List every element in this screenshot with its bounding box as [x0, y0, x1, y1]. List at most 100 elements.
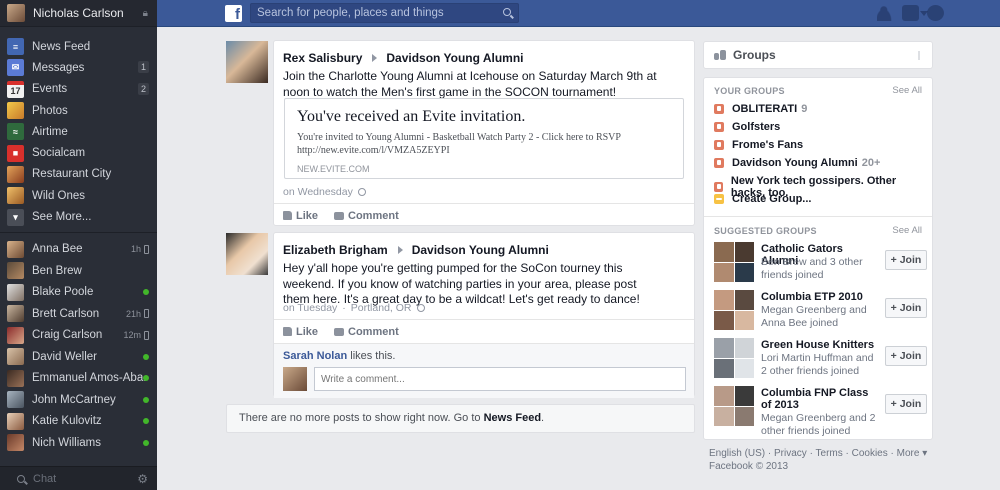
news-feed-link[interactable]: News Feed: [484, 412, 541, 424]
last-active-time: 1h: [130, 244, 141, 255]
avatar: [7, 262, 24, 280]
search-button[interactable]: [500, 5, 516, 21]
footer-links[interactable]: English (US) · Privacy · Terms · Cookies…: [709, 447, 933, 460]
search-input[interactable]: [251, 4, 496, 22]
status-indicator: 21h: [126, 309, 149, 319]
post-author-link[interactable]: Elizabeth Brigham: [283, 243, 388, 257]
sidebar-item-label: Airtime: [32, 125, 68, 138]
see-all-your-groups-link[interactable]: See All: [892, 85, 922, 96]
search-box: [250, 3, 519, 23]
comment-label: Comment: [348, 325, 399, 338]
join-group-button[interactable]: + Join: [885, 250, 927, 270]
see-all-suggested-link[interactable]: See All: [892, 225, 922, 236]
suggested-group: Columbia ETP 2010 Megan Greenberg and An…: [714, 290, 927, 330]
group-item[interactable]: OBLITERATI 9: [714, 103, 807, 115]
suggested-group-name[interactable]: Columbia ETP 2010: [761, 291, 876, 303]
group-member-thumbnails: [714, 386, 754, 426]
globe-icon: [416, 304, 425, 312]
friend-name: Brett Carlson: [32, 307, 100, 320]
online-dot-icon: [143, 353, 149, 360]
avatar: [7, 391, 24, 409]
group-member-thumbnails: [714, 242, 754, 282]
messages-icon: ✉︎: [7, 59, 24, 77]
post-location[interactable]: Portland, OR: [351, 302, 412, 314]
scroll-handle: [918, 50, 923, 60]
post-target-group-link[interactable]: Davidson Young Alumni: [412, 243, 549, 257]
suggested-group: Catholic Gators Alumni Ben Brew and 3 ot…: [714, 242, 927, 282]
friend-requests-icon[interactable]: [877, 5, 894, 21]
chat-friend-item[interactable]: Nich Williams: [0, 432, 157, 454]
post-author-avatar[interactable]: [226, 233, 268, 275]
chat-friend-item[interactable]: Brett Carlson 21h: [0, 303, 157, 325]
chat-friend-item[interactable]: David Weller: [0, 346, 157, 368]
post-time-link[interactable]: on Wednesday: [283, 186, 353, 198]
sidebar-item-messages[interactable]: ✉︎ Messages 1: [0, 57, 157, 78]
account-menu-chevron-down-icon[interactable]: [920, 11, 928, 16]
group-item[interactable]: Davidson Young Alumni 20+: [714, 157, 880, 169]
sidebar-item-socialcam[interactable]: ■ Socialcam: [0, 142, 157, 163]
comment-input[interactable]: [314, 367, 686, 391]
arrow-right-icon: [397, 246, 403, 254]
link-attachment[interactable]: You've received an Evite invitation. You…: [284, 98, 684, 179]
post-time-link[interactable]: on Tuesday: [283, 302, 337, 314]
attachment-title: You've received an Evite invitation.: [297, 108, 526, 125]
sidebar-item-news-feed[interactable]: ≡ News Feed: [0, 36, 157, 57]
sidebar-item-label: Photos: [32, 104, 68, 117]
post-actions: Like Comment: [274, 319, 694, 343]
comment-composer: [283, 367, 686, 391]
sidebar-item-wild-ones[interactable]: Wild Ones: [0, 185, 157, 206]
separator: ·: [342, 302, 346, 314]
group-name: Golfsters: [732, 121, 781, 133]
arrow-right-icon: [372, 54, 378, 62]
friend-name: David Weller: [32, 350, 97, 363]
join-group-button[interactable]: + Join: [885, 346, 927, 366]
group-name: Davidson Young Alumni: [732, 157, 858, 169]
wild-ones-icon: [7, 187, 24, 205]
chat-friend-item[interactable]: Blake Poole: [0, 282, 157, 304]
comment-button[interactable]: Comment: [334, 326, 399, 338]
chat-search-bar[interactable]: Chat ⚙︎: [0, 466, 157, 490]
chat-friend-item[interactable]: Ben Brew: [0, 260, 157, 282]
sidebar-item-airtime[interactable]: ≈ Airtime: [0, 121, 157, 142]
facebook-logo-icon[interactable]: f: [225, 5, 242, 22]
messages-icon[interactable]: [902, 5, 919, 21]
like-button[interactable]: Like: [283, 210, 318, 222]
like-button[interactable]: Like: [283, 326, 318, 338]
suggested-group-name[interactable]: Green House Knitters: [761, 339, 876, 351]
chat-friend-item[interactable]: Katie Kulovitz: [0, 411, 157, 433]
globe-icon: [357, 188, 366, 196]
sidebar-item-events[interactable]: 17 Events 2: [0, 79, 157, 100]
post-author-link[interactable]: Rex Salisbury: [283, 51, 362, 65]
sidebar-profile[interactable]: Nicholas Carlson 🔒︎: [0, 0, 157, 27]
group-item[interactable]: Frome's Fans: [714, 139, 803, 151]
post-target-group-link[interactable]: Davidson Young Alumni: [386, 51, 523, 65]
chat-friend-item[interactable]: Craig Carlson 12m: [0, 325, 157, 347]
comment-icon: [334, 211, 345, 220]
chat-friend-item[interactable]: John McCartney: [0, 389, 157, 411]
avatar: [7, 369, 24, 387]
comment-button[interactable]: Comment: [334, 210, 399, 222]
join-group-button[interactable]: + Join: [885, 298, 927, 318]
suggested-group-name[interactable]: Columbia FNP Class of 2013: [761, 387, 876, 411]
gear-icon[interactable]: ⚙︎: [137, 472, 148, 486]
create-group-link[interactable]: Create Group...: [714, 193, 811, 205]
notification-icons: [877, 5, 944, 21]
chat-friend-item[interactable]: Anna Bee 1h: [0, 239, 157, 261]
notifications-globe-icon[interactable]: [927, 5, 944, 21]
sidebar-item-see-more[interactable]: ▾ See More...: [0, 206, 157, 227]
post-author-avatar[interactable]: [226, 41, 268, 83]
sidebar-item-photos[interactable]: Photos: [0, 100, 157, 121]
status-indicator: 12m: [123, 330, 149, 340]
groups-header[interactable]: Groups: [703, 41, 933, 69]
liker-link[interactable]: Sarah Nolan: [283, 350, 347, 362]
join-group-button[interactable]: + Join: [885, 394, 927, 414]
last-active-time: 21h: [125, 308, 141, 319]
suggested-group: Columbia FNP Class of 2013 Megan Greenbe…: [714, 386, 927, 437]
sidebar-item-restaurant-city[interactable]: Restaurant City: [0, 164, 157, 185]
search-icon: [503, 8, 511, 16]
avatar: [7, 412, 24, 430]
chat-friend-item[interactable]: Emmanuel Amos-Aba...: [0, 368, 157, 390]
group-item[interactable]: Golfsters: [714, 121, 780, 133]
chevron-down-icon: ▾: [7, 208, 24, 226]
comments-section: Sarah Nolan likes this.: [274, 343, 694, 398]
